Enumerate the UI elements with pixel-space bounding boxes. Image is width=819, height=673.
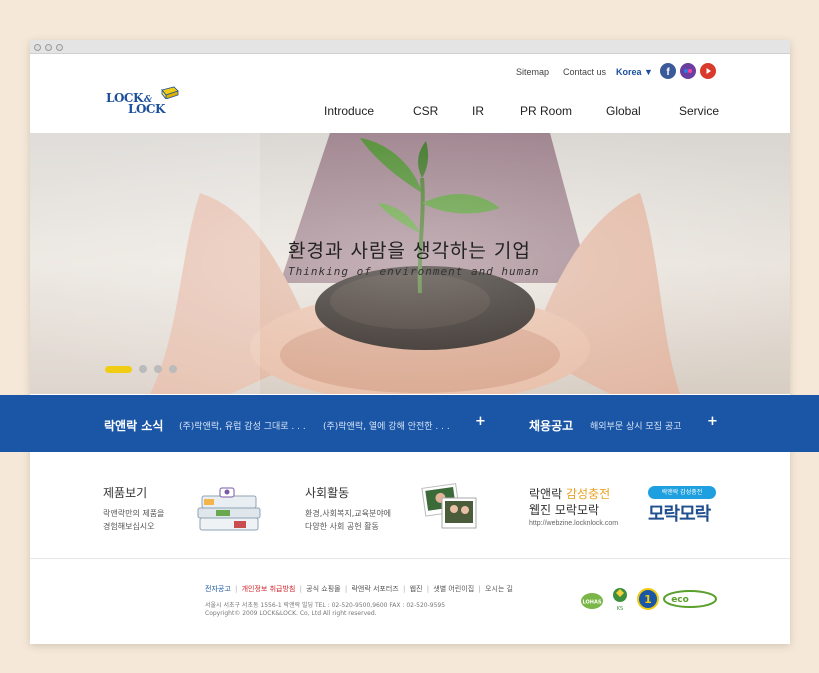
jobs-item[interactable]: 해외부문 상시 모집 공고 bbox=[590, 419, 681, 432]
hero-title: 환경과 사람을 생각하는 기업 bbox=[288, 240, 531, 262]
footer-separator: | bbox=[235, 585, 238, 593]
webzine-logo[interactable]: 모락모락 bbox=[648, 500, 711, 526]
products-desc-line2: 경험해보십시오 bbox=[103, 522, 155, 531]
social-activity-desc: 환경,사회복지,교육분야에 다양한 사회 공헌 활동 bbox=[305, 507, 391, 533]
hero-subtitle: Thinking of environment and human bbox=[288, 265, 540, 278]
webzine-badge: 락앤락 감성충전 bbox=[648, 486, 716, 499]
flickr-icon[interactable] bbox=[680, 63, 696, 79]
footer-separator: | bbox=[478, 585, 481, 593]
nav-introduce[interactable]: Introduce bbox=[324, 104, 374, 118]
jobs-title: 채용공고 bbox=[529, 419, 574, 433]
ks-badge-icon: KS bbox=[613, 588, 627, 612]
content-area bbox=[30, 452, 790, 644]
cert-one: 1 bbox=[644, 593, 652, 606]
nav-service[interactable]: Service bbox=[679, 104, 719, 118]
window-chrome bbox=[30, 40, 790, 54]
news-title: 락앤락 소식 bbox=[104, 419, 164, 433]
webzine-subtitle: 웹진 모락모락 bbox=[529, 503, 600, 517]
number-one-badge-icon: 1 bbox=[637, 588, 659, 610]
slide-indicator-3[interactable] bbox=[154, 365, 162, 373]
slide-indicator-1[interactable] bbox=[105, 366, 132, 373]
nav-global[interactable]: Global bbox=[606, 104, 641, 118]
footer-link-daycare[interactable]: 샛별 어린이집 bbox=[433, 585, 474, 593]
products-desc-line1: 락앤락만의 제품을 bbox=[103, 509, 165, 518]
eco-badge-icon: eco bbox=[663, 590, 717, 608]
slide-indicator-2[interactable] bbox=[139, 365, 147, 373]
nav-ir[interactable]: IR bbox=[472, 104, 484, 118]
footer-link-privacy[interactable]: 개인정보 취급방침 bbox=[242, 585, 296, 593]
footer-address: 서울시 서초구 서초동 1556-1 락앤락 빌딩 TEL : 02-520-9… bbox=[205, 602, 446, 609]
footer-separator: | bbox=[299, 585, 302, 593]
footer-link-notice[interactable]: 전자공고 bbox=[205, 585, 231, 593]
social-activity-desc-line2: 다양한 사회 공헌 활동 bbox=[305, 522, 379, 531]
footer-separator: | bbox=[402, 585, 406, 593]
logo-container-icon bbox=[161, 86, 179, 99]
products-container-image[interactable] bbox=[196, 486, 262, 534]
sitemap-link[interactable]: Sitemap bbox=[516, 67, 549, 77]
language-selector[interactable]: Korea ▼ bbox=[616, 67, 653, 77]
footer-link-supporters[interactable]: 락앤락 서포터즈 bbox=[351, 585, 398, 593]
footer-separator: | bbox=[344, 585, 348, 593]
youtube-icon[interactable] bbox=[700, 63, 716, 79]
hero-banner: 환경과 사람을 생각하는 기업 Thinking of environment … bbox=[30, 133, 790, 394]
footer-divider bbox=[30, 558, 790, 559]
cert-eco: eco bbox=[671, 595, 689, 605]
cert-ks: KS bbox=[617, 606, 623, 612]
slide-indicator-4[interactable] bbox=[169, 365, 177, 373]
social-activity-desc-line1: 환경,사회복지,교육분야에 bbox=[305, 509, 392, 518]
webzine-title-brand: 락앤락 bbox=[529, 487, 563, 501]
window-minimize-dot[interactable] bbox=[45, 44, 52, 51]
contact-link[interactable]: Contact us bbox=[563, 67, 606, 77]
footer-links: 전자공고 | 개인정보 취급방침 | 공식 쇼핑몰 | 락앤락 서포터즈 | 웹… bbox=[205, 584, 513, 594]
webzine-title-highlight: 감성충전 bbox=[565, 487, 611, 501]
cert-lohas: LOHAS bbox=[583, 600, 602, 606]
jobs-more-button[interactable]: + bbox=[707, 414, 718, 429]
news-more-button[interactable]: + bbox=[475, 414, 486, 429]
news-item-1[interactable]: (주)락앤락, 유럽 감성 그대로 . . . bbox=[179, 419, 306, 432]
hero-image bbox=[30, 133, 790, 394]
news-bar: 락앤락 소식 (주)락앤락, 유럽 감성 그대로 . . . (주)락앤락, 열… bbox=[0, 395, 819, 452]
social-activity-title[interactable]: 사회활동 bbox=[305, 484, 349, 501]
logo-text-bottom: LOCK bbox=[128, 102, 165, 116]
news-item-2[interactable]: (주)락앤락, 열에 강해 안전한 . . . bbox=[323, 419, 450, 432]
window-close-dot[interactable] bbox=[34, 44, 41, 51]
certification-badges: LOHAS KS 1 eco bbox=[581, 588, 717, 612]
lohas-badge-icon: LOHAS bbox=[581, 593, 603, 609]
footer-copyright: Copyright© 2009 LOCK&LOCK. Co, Ltd All r… bbox=[205, 610, 377, 617]
nav-pr-room[interactable]: PR Room bbox=[520, 104, 572, 118]
footer-separator: | bbox=[426, 585, 430, 593]
footer-link-webzine[interactable]: 웹진 bbox=[410, 585, 423, 593]
footer-link-shop[interactable]: 공식 쇼핑몰 bbox=[306, 585, 340, 593]
locknlock-logo[interactable]: LOCK & LOCK bbox=[104, 84, 186, 118]
footer-link-directions[interactable]: 오시는 길 bbox=[485, 585, 513, 593]
site-header: LOCK & LOCK Sitemap Contact us Korea ▼ f… bbox=[30, 54, 790, 133]
products-title[interactable]: 제품보기 bbox=[103, 484, 147, 501]
products-desc: 락앤락만의 제품을 경험해보십시오 bbox=[103, 507, 164, 533]
webzine-url[interactable]: http://webzine.locknlock.com bbox=[529, 520, 618, 527]
social-activity-photos[interactable] bbox=[420, 482, 480, 534]
nav-csr[interactable]: CSR bbox=[413, 104, 438, 118]
webzine-title[interactable]: 락앤락 감성충전 bbox=[529, 485, 610, 502]
facebook-icon[interactable]: f bbox=[660, 63, 676, 79]
window-zoom-dot[interactable] bbox=[56, 44, 63, 51]
